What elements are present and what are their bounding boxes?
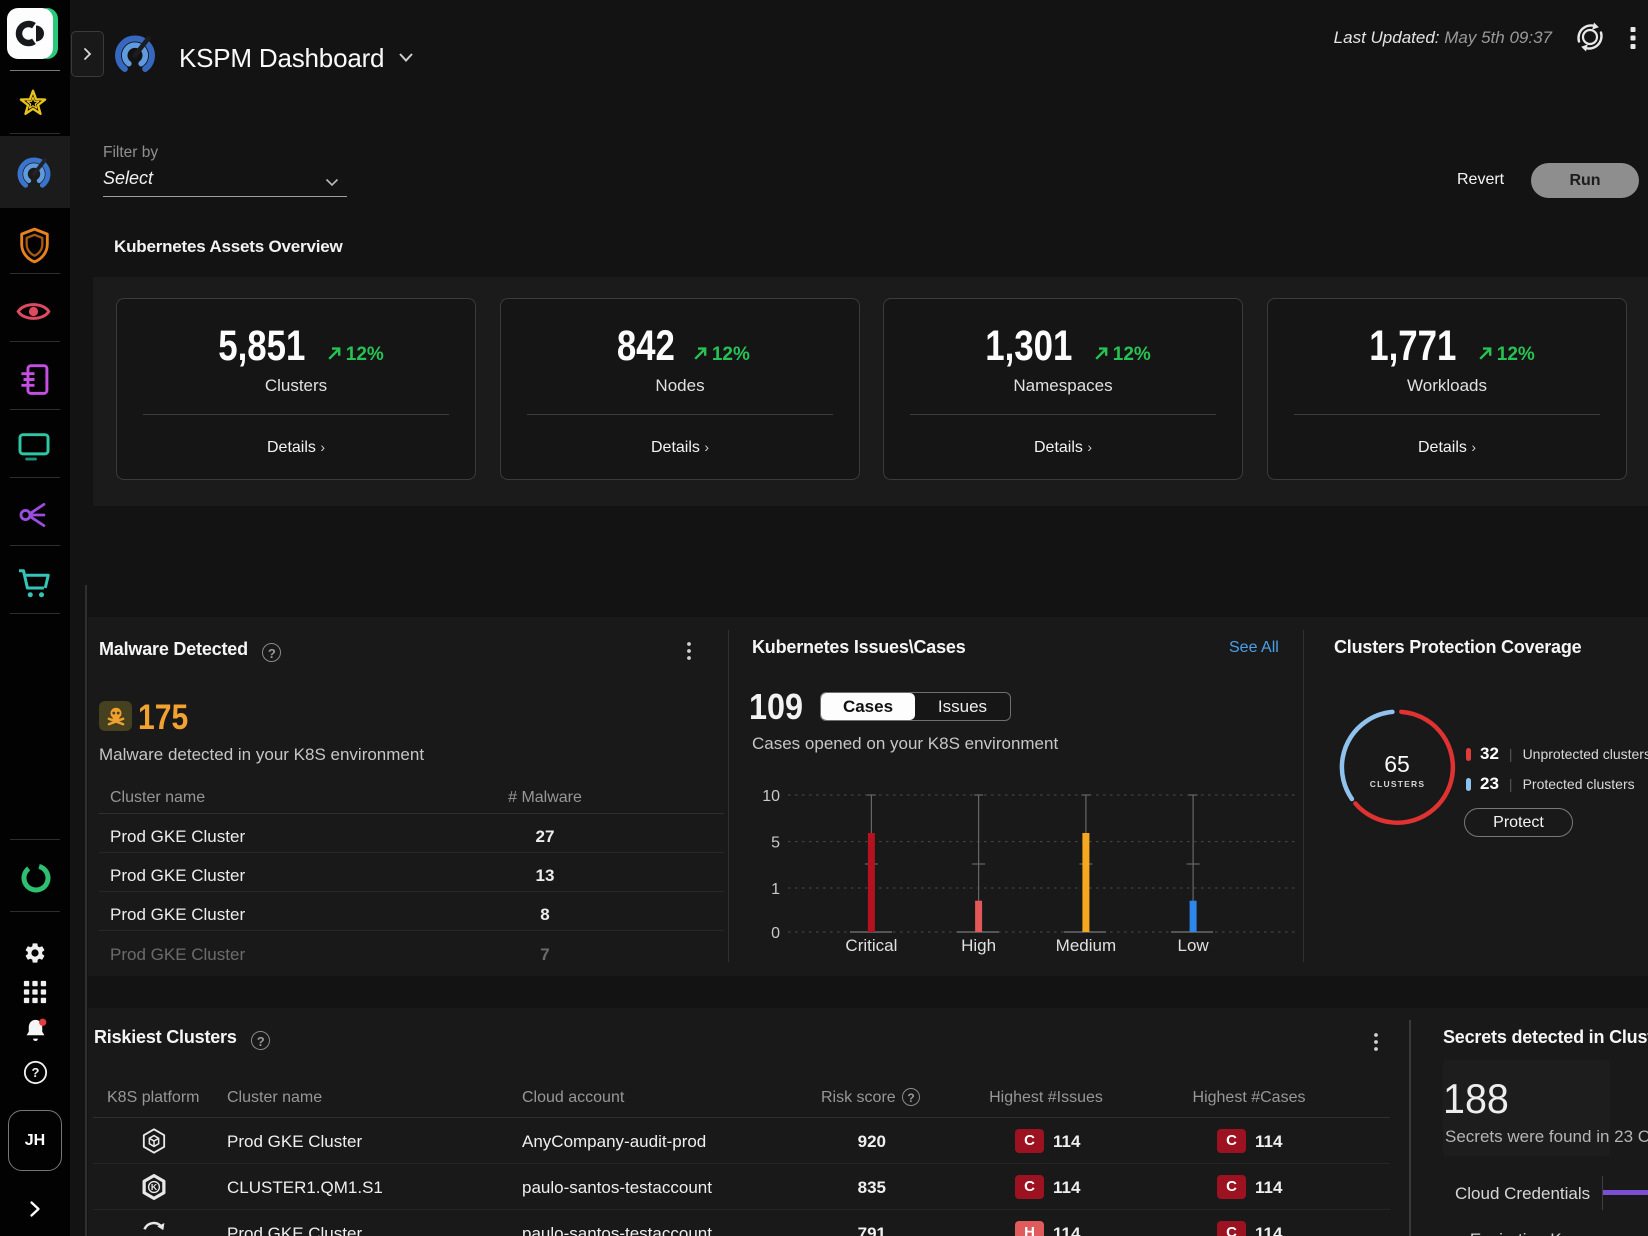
svg-text:?: ?	[32, 1065, 40, 1080]
svg-text:Medium: Medium	[1056, 936, 1116, 955]
svg-text:High: High	[961, 936, 996, 955]
svg-text:0: 0	[771, 925, 780, 942]
svg-text:1: 1	[771, 881, 780, 898]
svg-text:Critical: Critical	[845, 936, 897, 955]
svg-text:Low: Low	[1178, 936, 1210, 955]
svg-text:5: 5	[771, 835, 780, 852]
svg-text:10: 10	[762, 788, 780, 805]
svg-text:K: K	[151, 1182, 158, 1192]
